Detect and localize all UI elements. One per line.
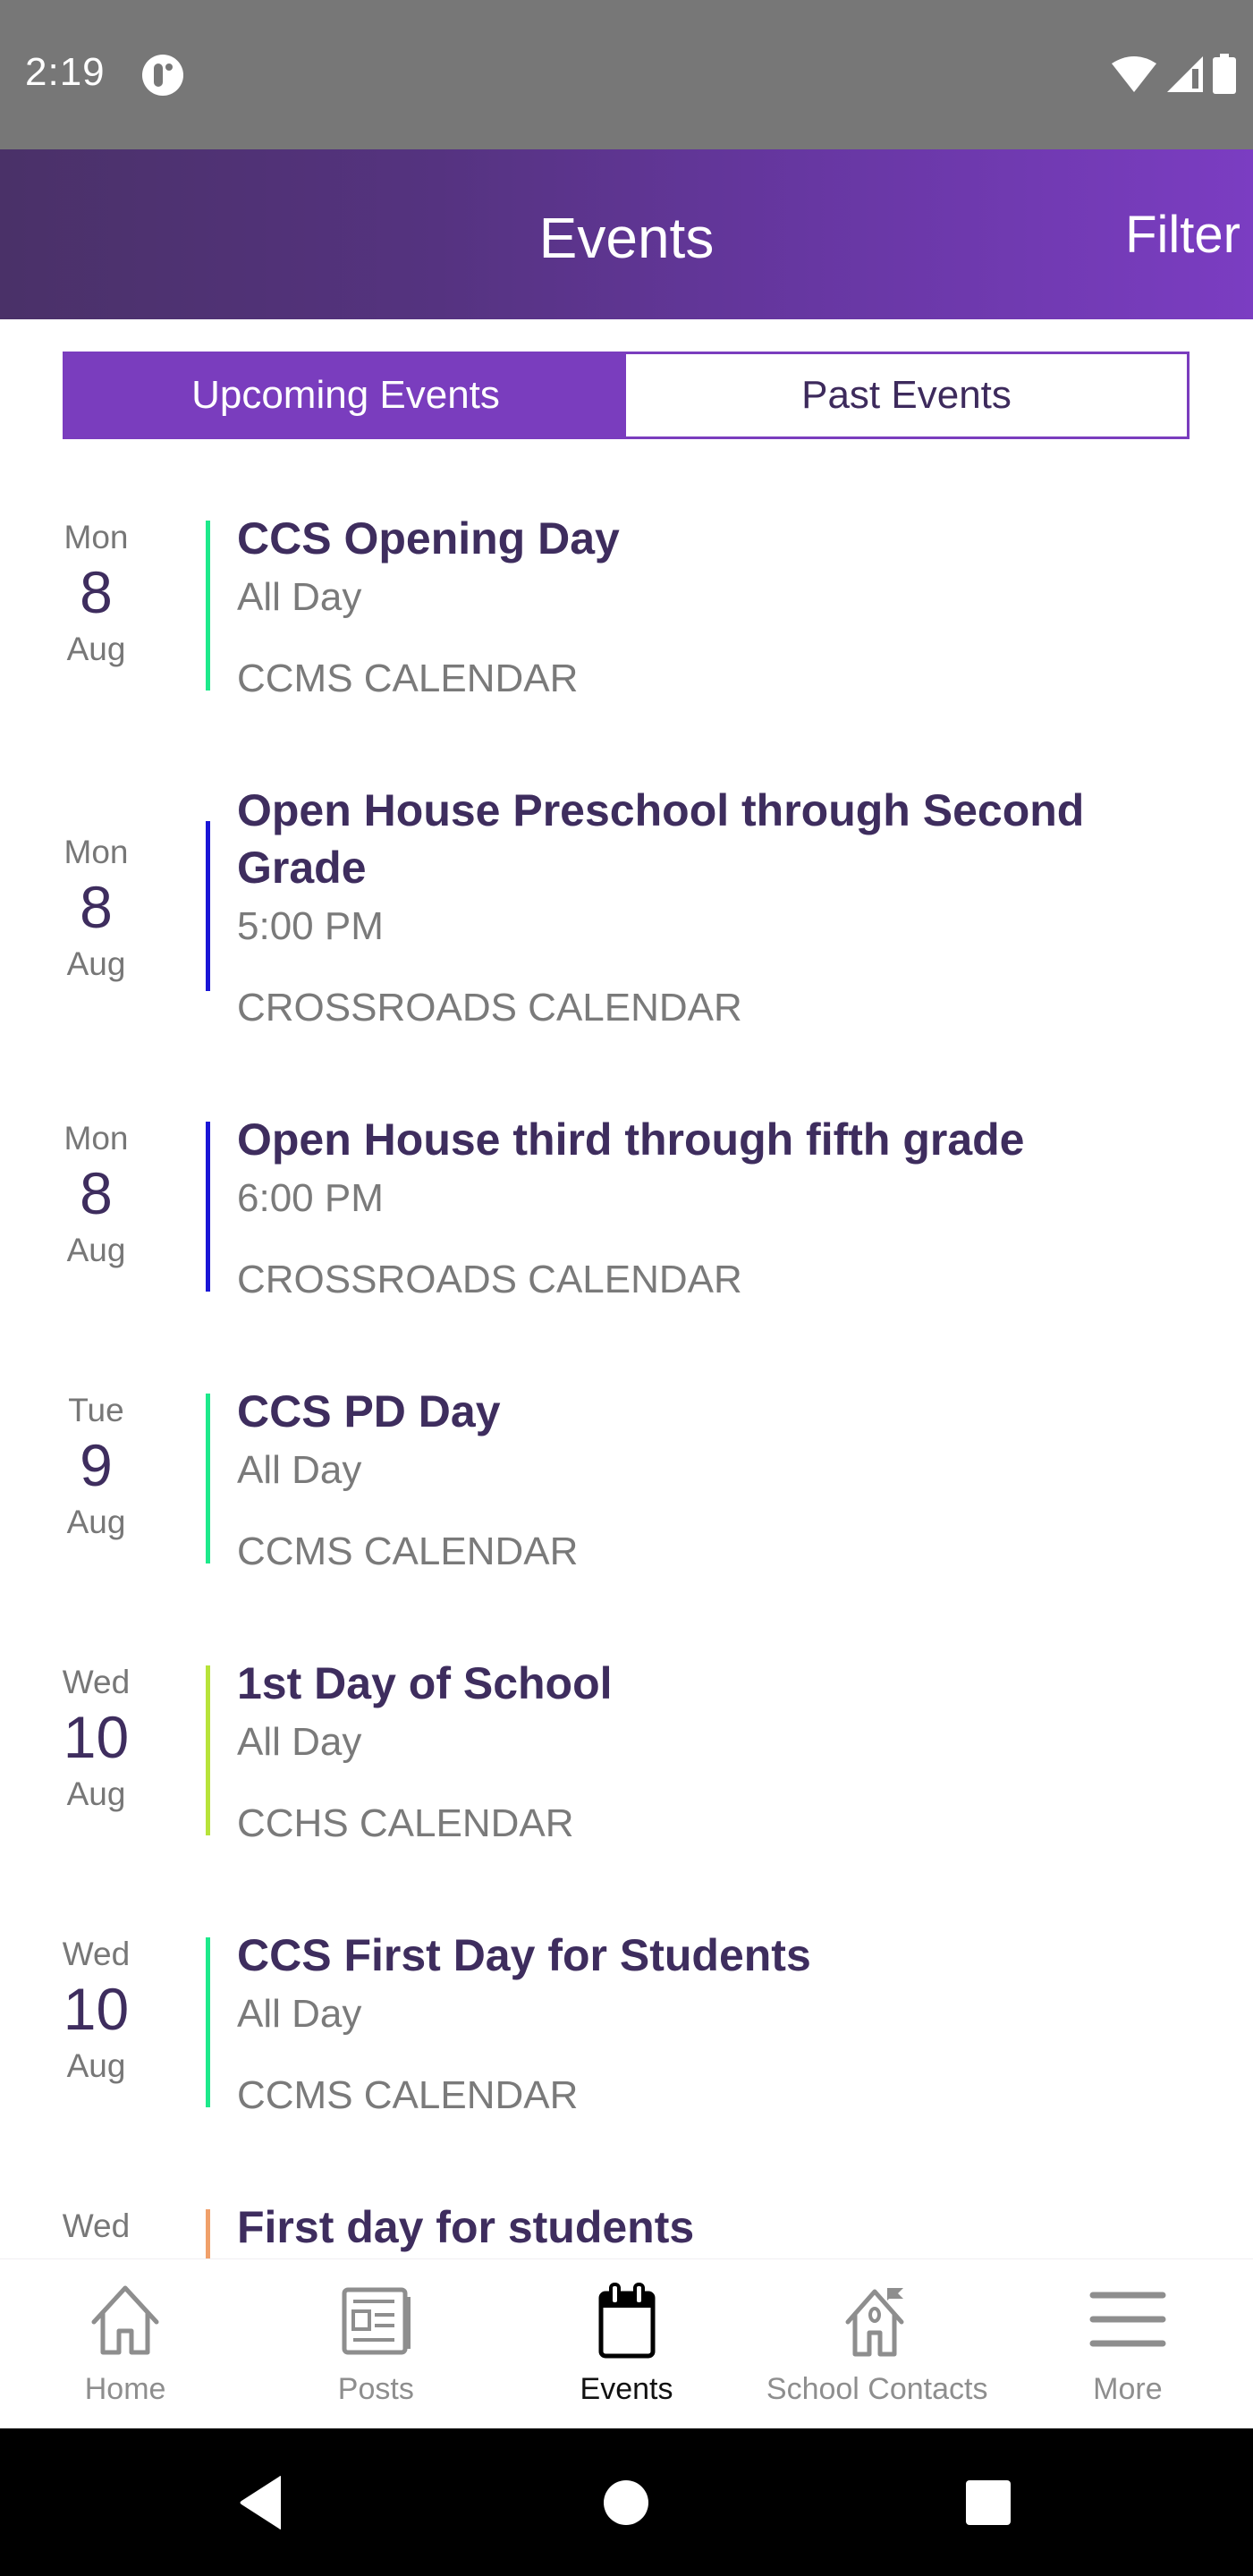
event-weekday: Mon <box>63 519 129 555</box>
event-title: Open House third through fifth grade <box>237 1114 1025 1165</box>
nav-label: Posts <box>337 2372 414 2406</box>
event-time: All Day <box>237 1448 362 1492</box>
calendar-color-stripe <box>206 1937 210 2107</box>
event-day: 8 <box>80 874 113 940</box>
event-weekday: Mon <box>63 834 129 870</box>
status-icons <box>1110 54 1237 95</box>
calendar-color-stripe <box>206 1122 210 1292</box>
filter-button[interactable]: Filter <box>1125 205 1240 265</box>
event-month: Aug <box>66 2046 126 2084</box>
event-time: All Day <box>237 575 362 619</box>
event-day: 8 <box>80 559 113 625</box>
page-title: Events <box>538 206 715 270</box>
calendar-icon <box>598 2283 655 2359</box>
event-title: CCS First Day for Students <box>237 1930 811 1980</box>
school-icon <box>845 2288 904 2357</box>
event-title: CCS PD Day <box>237 1386 501 1436</box>
battery-icon <box>1213 54 1236 94</box>
home-circle-icon[interactable] <box>595 2471 657 2534</box>
event-details: Open House third through fifth grade 6:0… <box>237 1111 1199 1302</box>
event-month: Aug <box>66 1775 126 1812</box>
event-calendar-name: CROSSROADS CALENDAR <box>237 986 742 1030</box>
event-date: Mon 8 Aug <box>36 834 157 983</box>
event-calendar-name: CCMS CALENDAR <box>237 2073 579 2117</box>
event-details: CCS Opening Day All Day CCMS CALENDAR <box>237 510 1199 701</box>
nav-posts[interactable]: Posts <box>250 2259 501 2428</box>
calendar-color-stripe <box>206 821 210 991</box>
event-details: CCS PD Day All Day CCMS CALENDAR <box>237 1383 1199 1574</box>
event-month: Aug <box>66 630 126 667</box>
nav-more[interactable]: More <box>1003 2259 1253 2428</box>
event-calendar-name: CCMS CALENDAR <box>237 1530 579 1573</box>
app-header: Events Filter <box>0 149 1253 319</box>
calendar-color-stripe <box>206 521 210 691</box>
event-time: 6:00 PM <box>237 1176 384 1220</box>
event-date: Mon 8 Aug <box>36 1120 157 1269</box>
app-notification-icon <box>142 55 183 96</box>
event-weekday: Mon <box>63 1120 129 1157</box>
nav-label: School Contacts <box>766 2372 988 2406</box>
event-day: 10 <box>63 1704 130 1770</box>
event-calendar-name: CROSSROADS CALENDAR <box>237 1258 742 1301</box>
event-weekday: Wed <box>62 1664 131 1700</box>
nav-home[interactable]: Home <box>0 2259 250 2428</box>
status-time: 2:19 <box>25 50 106 94</box>
nav-label: Events <box>580 2372 673 2406</box>
calendar-color-stripe <box>206 1394 210 1563</box>
event-time: 5:00 PM <box>237 904 384 948</box>
nav-school-contacts[interactable]: School Contacts <box>752 2259 1003 2428</box>
event-details: CCS First Day for Students All Day CCMS … <box>237 1927 1199 2118</box>
nav-label: More <box>1093 2372 1163 2406</box>
event-date: Mon 8 Aug <box>36 519 157 668</box>
nav-events[interactable]: Events <box>501 2259 751 2428</box>
event-list[interactable]: Mon 8 Aug CCS Opening Day All Day CCMS C… <box>0 465 1253 2258</box>
tab-upcoming-events[interactable]: Upcoming Events <box>65 354 626 436</box>
event-title: 1st Day of School <box>237 1658 613 1708</box>
event-details: First day for students <box>237 2199 1199 2256</box>
event-time: All Day <box>237 1992 362 2036</box>
event-day: 9 <box>80 1432 113 1498</box>
event-date: Wed 10 Aug <box>36 1664 157 1813</box>
event-date: Wed 10 Aug <box>36 1936 157 2085</box>
calendar-color-stripe <box>206 1665 210 1835</box>
event-calendar-name: CCMS CALENDAR <box>237 657 579 700</box>
newspaper-icon <box>342 2287 411 2355</box>
event-calendar-name: CCHS CALENDAR <box>237 1801 574 1845</box>
menu-icon <box>1089 2292 1166 2347</box>
event-weekday: Wed <box>62 1936 131 1972</box>
home-icon <box>91 2285 159 2355</box>
event-month: Aug <box>66 945 126 982</box>
event-month: Aug <box>66 1503 126 1540</box>
recents-icon[interactable] <box>957 2471 1020 2534</box>
cell-signal-icon <box>1167 56 1203 92</box>
event-title: CCS Opening Day <box>237 513 620 564</box>
event-date: Tue 9 Aug <box>36 1392 157 1541</box>
calendar-color-stripe <box>206 2209 210 2258</box>
event-title: Open House Preschool through Second Grad… <box>237 785 1085 893</box>
event-weekday: Wed <box>62 2207 131 2244</box>
events-tab-switcher: Upcoming Events Past Events <box>63 352 1190 439</box>
event-day: 10 <box>63 1976 130 2042</box>
system-navigation-bar <box>0 2428 1253 2576</box>
back-icon[interactable] <box>231 2471 293 2534</box>
event-day: 8 <box>80 1160 113 1226</box>
event-month: Aug <box>66 1231 126 1268</box>
nav-label: Home <box>84 2372 166 2406</box>
event-time: All Day <box>237 1720 362 1764</box>
event-details: Open House Preschool through Second Grad… <box>237 782 1199 1030</box>
event-date: Wed <box>36 2207 157 2245</box>
event-details: 1st Day of School All Day CCHS CALENDAR <box>237 1655 1199 1846</box>
event-title: First day for students <box>237 2202 695 2252</box>
tab-past-events[interactable]: Past Events <box>626 354 1187 436</box>
bottom-navigation: Home Posts Events School Contacts More <box>0 2258 1253 2428</box>
status-bar: 2:19 <box>0 0 1253 149</box>
wifi-icon <box>1112 56 1156 92</box>
event-weekday: Tue <box>68 1392 124 1428</box>
